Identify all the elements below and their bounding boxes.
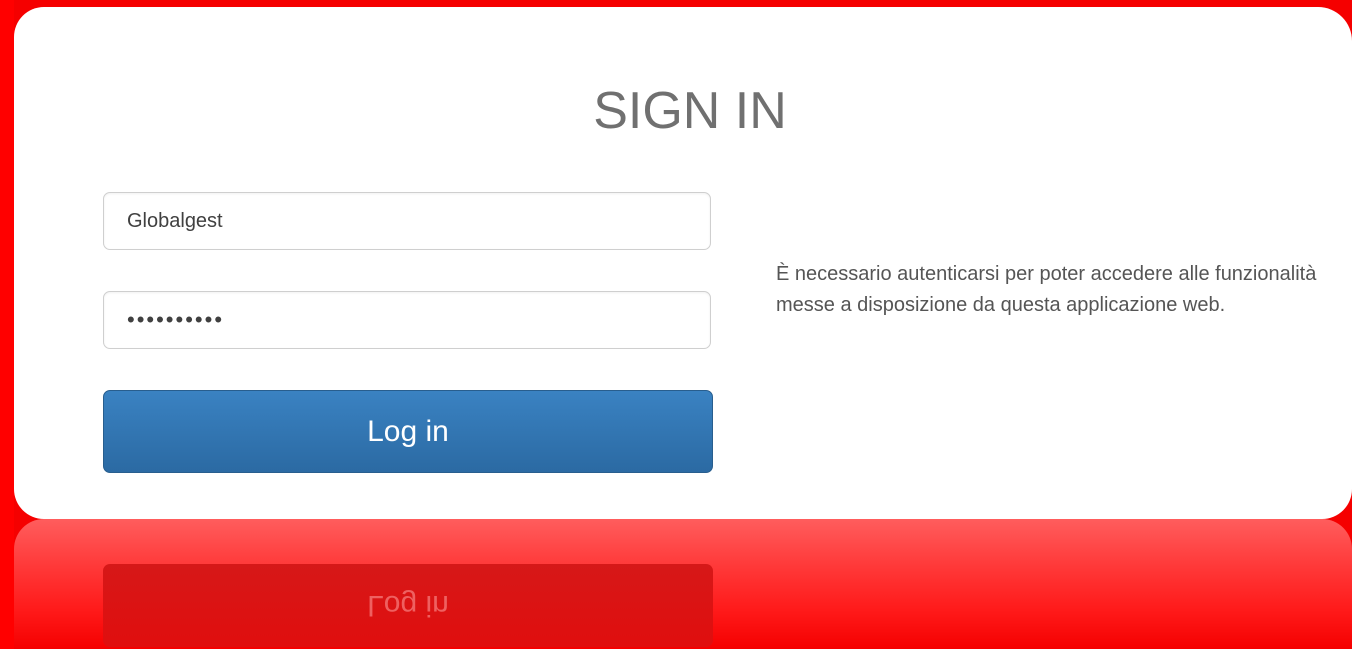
password-field[interactable] (103, 291, 711, 349)
auth-info-text: È necessario autenticarsi per poter acce… (776, 263, 1317, 316)
username-input[interactable] (104, 193, 710, 249)
username-field[interactable] (103, 192, 711, 250)
login-card: SIGN IN Log in È necessario autenticarsi… (14, 7, 1352, 519)
reflected-login-button: Log in (103, 564, 713, 647)
login-button[interactable]: Log in (103, 390, 713, 473)
password-input[interactable] (104, 292, 710, 348)
login-screen: SIGN IN Log in È necessario autenticarsi… (0, 0, 1352, 649)
card-reflection: Log in (14, 519, 1352, 649)
page-title: SIGN IN (593, 82, 787, 140)
